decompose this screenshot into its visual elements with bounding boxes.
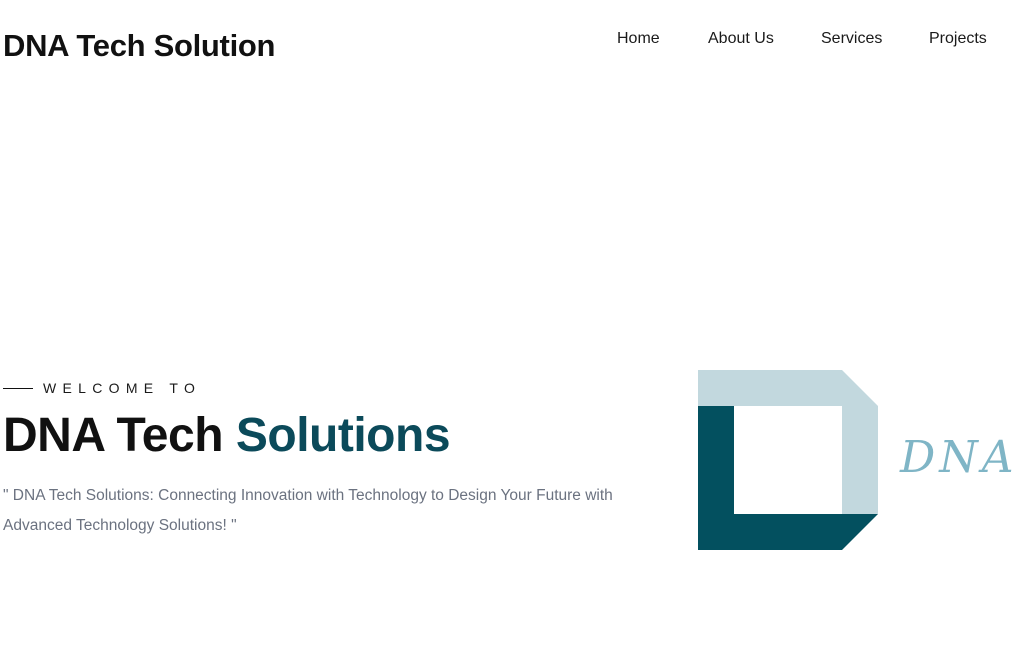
hero-title-accent: Solutions: [235, 409, 451, 462]
welcome-label: WELCOME TO: [3, 380, 201, 396]
page: DNA Tech Solution Home About Us Services…: [0, 0, 1024, 652]
nav-projects[interactable]: Projects: [929, 30, 987, 48]
site-brand[interactable]: DNA Tech Solution: [3, 28, 275, 64]
nav-home[interactable]: Home: [617, 30, 660, 48]
hero-description: " DNA Tech Solutions: Connecting Innovat…: [3, 487, 613, 534]
hero-title: DNA Tech Solutions: [3, 408, 451, 463]
logo-wordmark: DNA T: [900, 432, 1024, 483]
welcome-text: WELCOME TO: [43, 380, 202, 396]
nav-services[interactable]: Services: [821, 30, 882, 48]
nav-about-us[interactable]: About Us: [708, 30, 774, 48]
hero-title-main: DNA Tech: [3, 409, 236, 462]
dna-logo-icon: [698, 370, 878, 550]
welcome-divider-line: [3, 387, 33, 389]
